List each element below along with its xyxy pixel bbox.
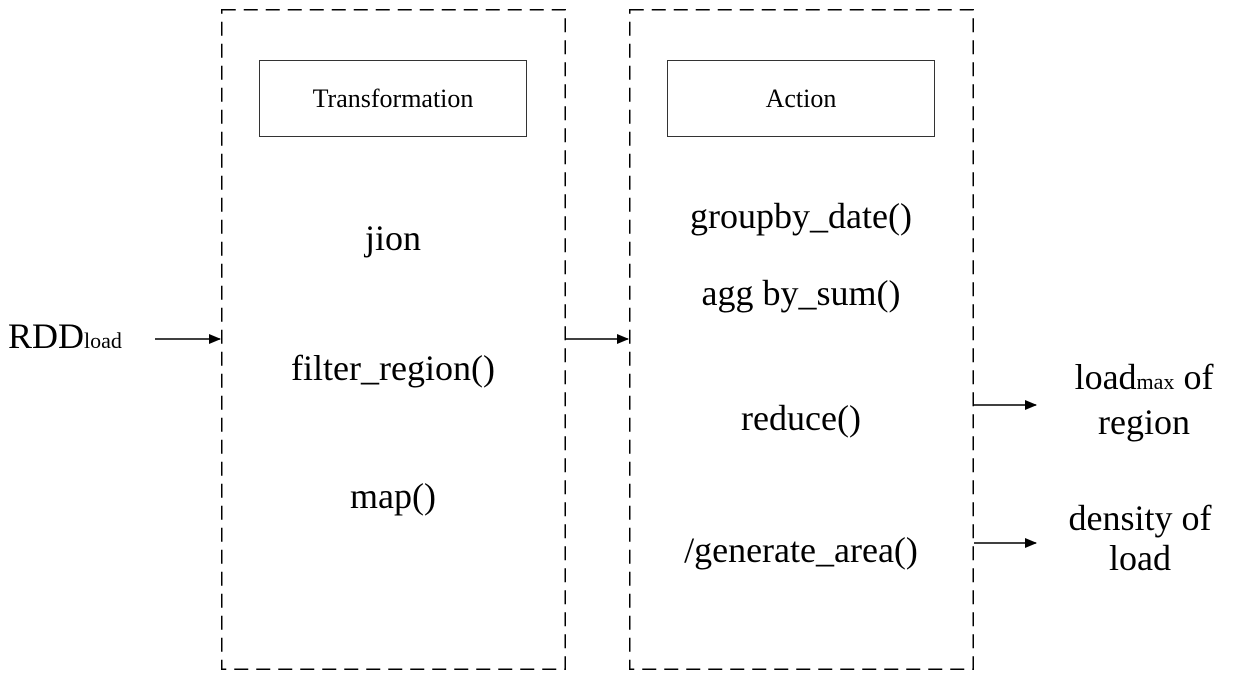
flow-arrows	[155, 334, 1037, 548]
